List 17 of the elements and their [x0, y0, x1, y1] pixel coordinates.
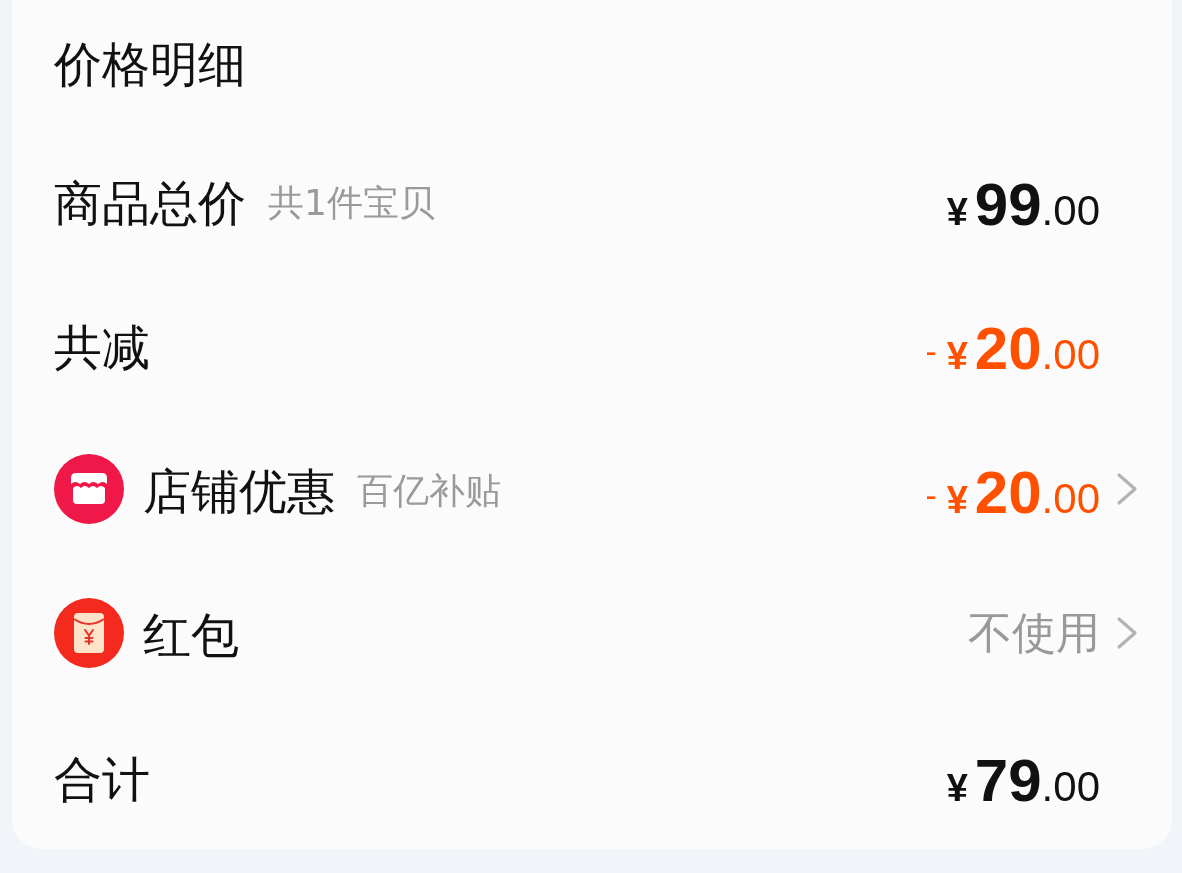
- price-text: ¥99.00: [946, 175, 1100, 235]
- chevron-icon[interactable]: [1116, 616, 1138, 650]
- row-label: 商品总价: [54, 175, 246, 233]
- shop-icon: [54, 454, 124, 524]
- price-text: - ¥20.00: [925, 463, 1100, 523]
- note-text: 共1件宝贝: [268, 181, 435, 225]
- row-label: 店铺优惠: [143, 463, 335, 521]
- row-label: 红包: [143, 607, 239, 665]
- chevron-icon[interactable]: [1116, 472, 1138, 506]
- card-title: 价格明细: [54, 35, 246, 94]
- note-text: 百亿补贴: [357, 469, 501, 513]
- row-label: 合计: [54, 751, 150, 809]
- envelope-icon: [54, 598, 124, 668]
- price-text: ¥79.00: [946, 751, 1100, 811]
- price-text: - ¥20.00: [925, 319, 1100, 379]
- row-label: 共减: [54, 319, 150, 377]
- option-value[interactable]: 不使用: [968, 606, 1100, 660]
